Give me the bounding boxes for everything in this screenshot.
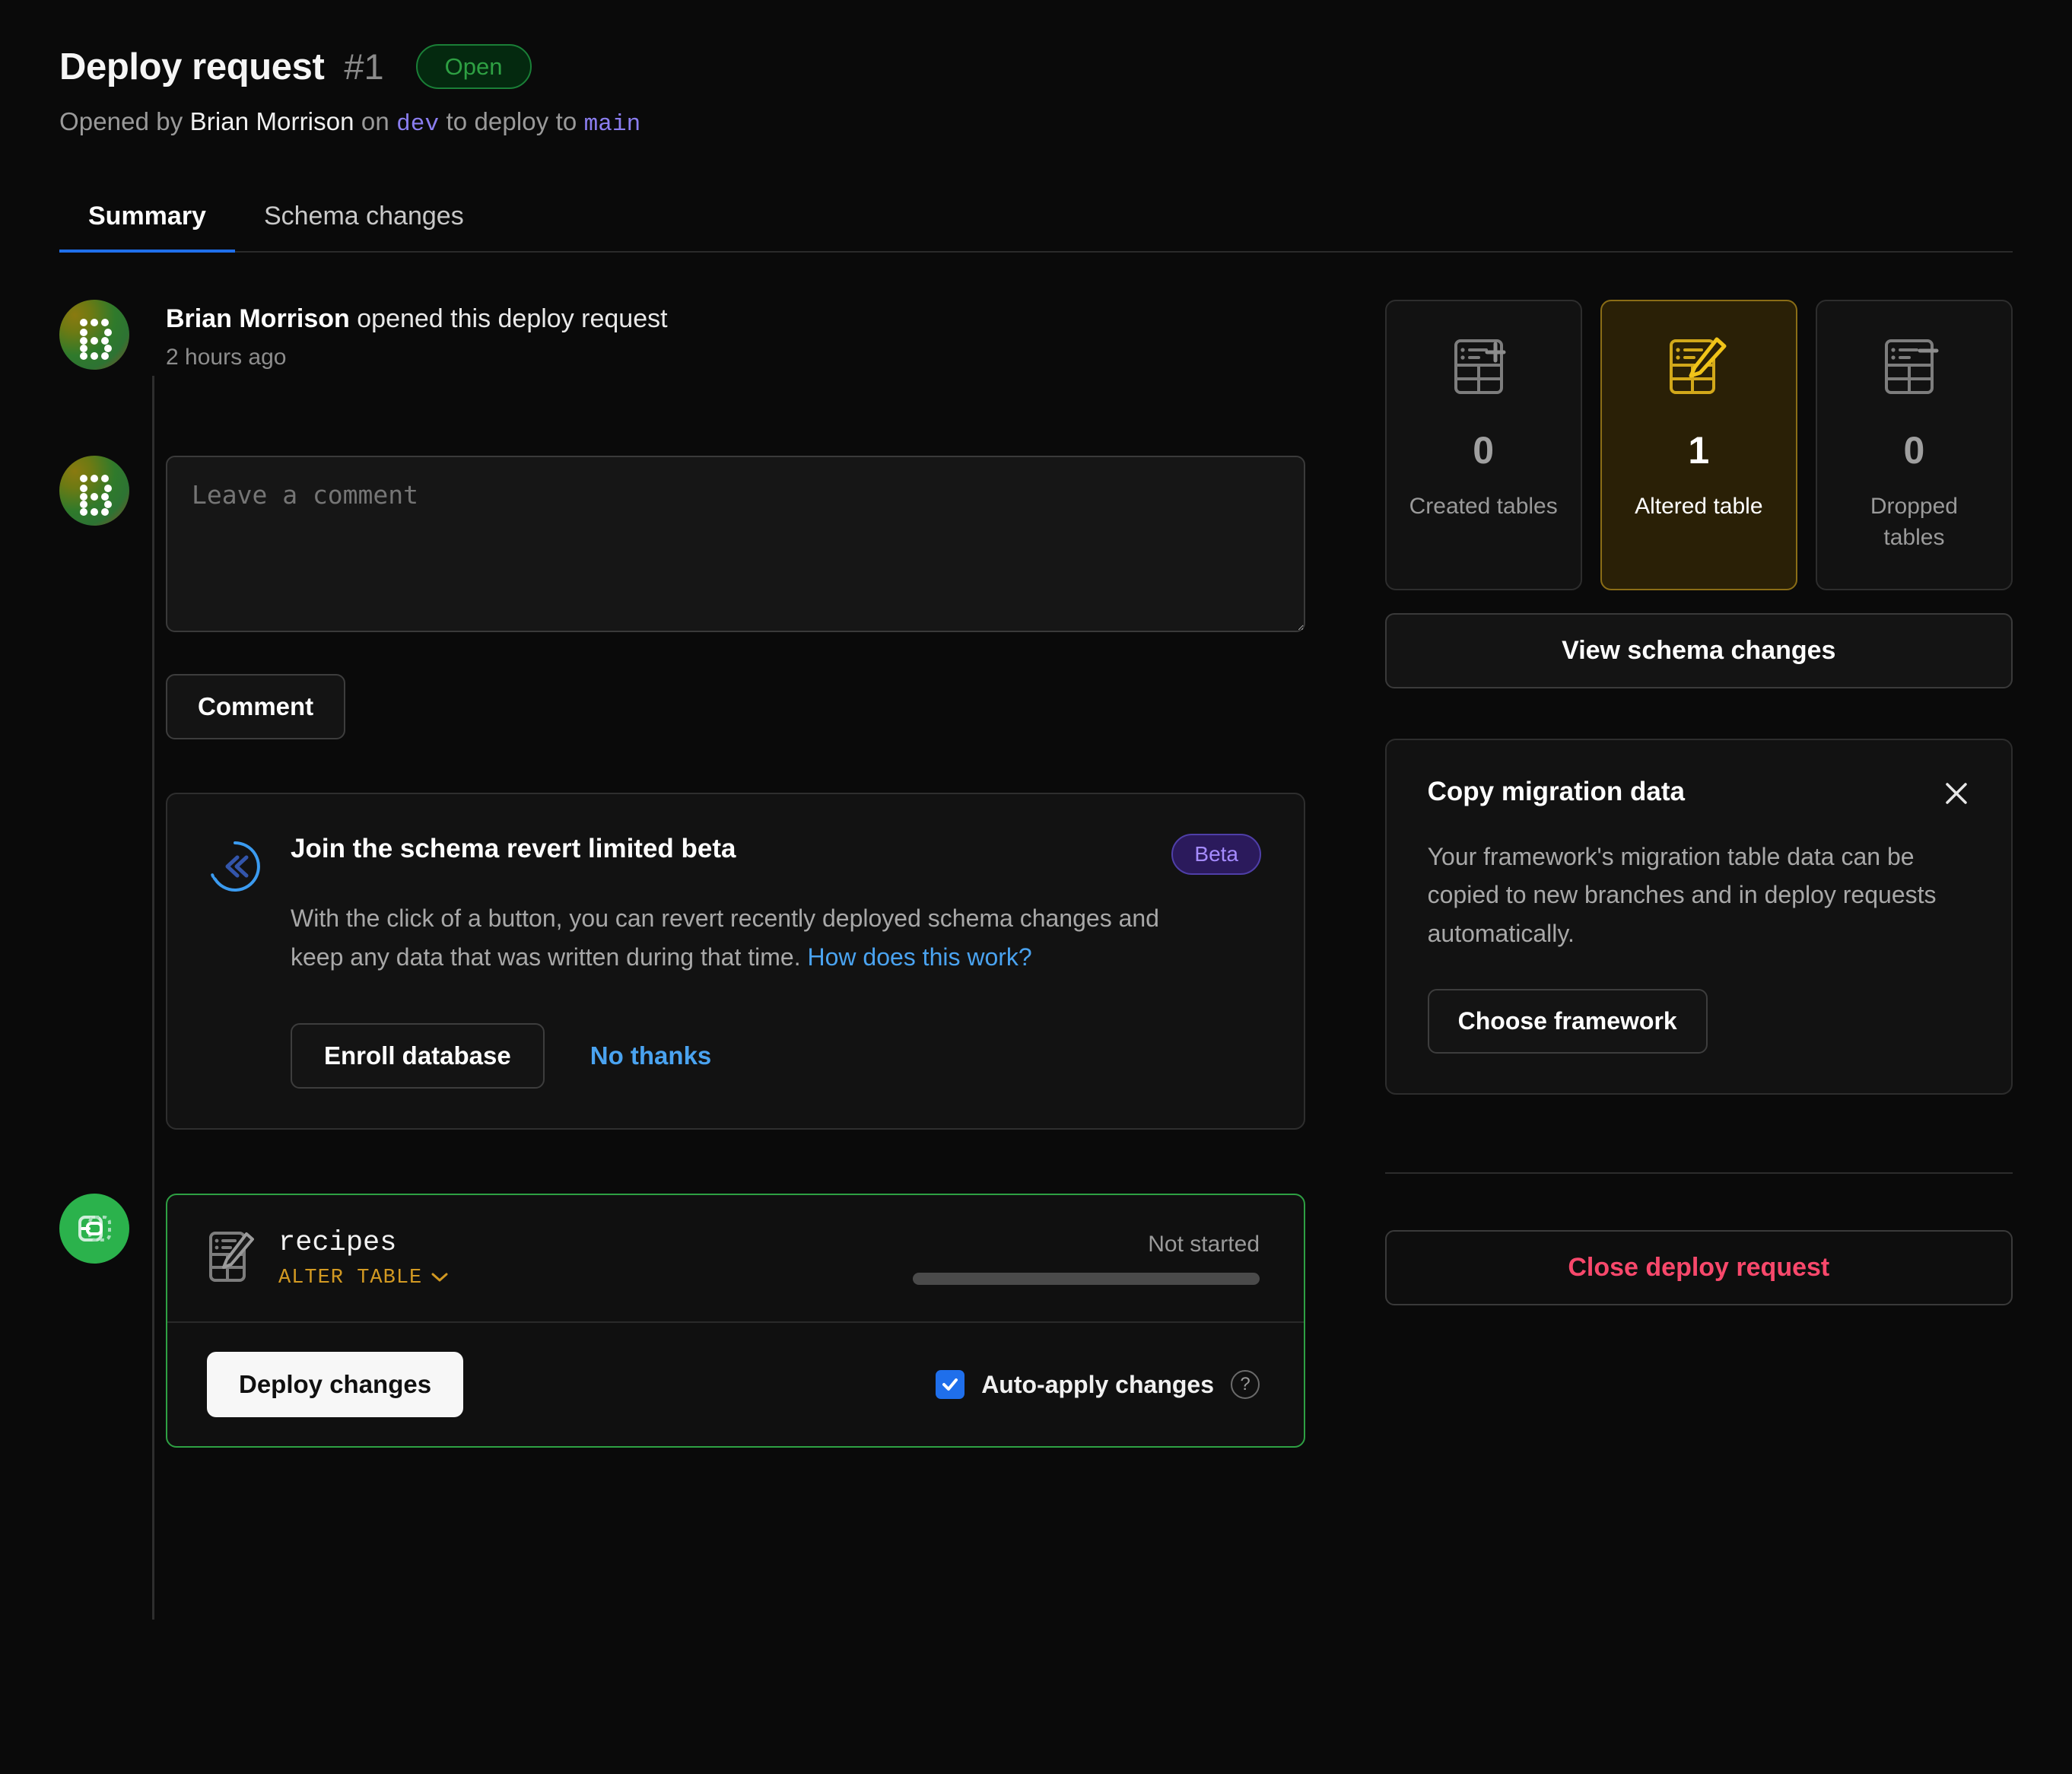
tab-schema-changes[interactable]: Schema changes (235, 202, 493, 251)
page-header: Deploy request #1 Open Opened by Brian M… (59, 44, 2013, 138)
view-schema-changes-button[interactable]: View schema changes (1384, 612, 2013, 688)
auto-apply-label: Auto-apply changes (981, 1370, 1214, 1398)
how-does-this-work-link[interactable]: How does this work? (807, 943, 1031, 971)
beta-card-description: With the click of a button, you can reve… (291, 899, 1211, 976)
opened-by-label: Opened by (59, 107, 183, 135)
table-operation-dropdown[interactable]: ALTER TABLE (278, 1267, 448, 1289)
to-deploy-label: to deploy to (446, 107, 577, 135)
timeline-event: Brian Morrison opened this deploy reques… (59, 300, 1338, 370)
author-name[interactable]: Brian Morrison (190, 107, 354, 135)
avatar (59, 300, 129, 370)
beta-card-top: Join the schema revert limited beta Beta… (207, 834, 1261, 976)
tab-summary[interactable]: Summary (59, 202, 235, 253)
stat-count: 1 (1688, 429, 1710, 472)
avatar (59, 456, 129, 526)
deploy-card-header: recipes ALTER TABLE Not started (167, 1195, 1304, 1324)
stat-dropped-tables[interactable]: 0 Dropped tables (1815, 300, 2013, 590)
table-minus-icon (1880, 335, 1947, 402)
schema-stats-group: 0 Created tables 1 Altered table 0 Dropp… (1384, 300, 2013, 590)
deploy-section: recipes ALTER TABLE Not started Deploy c… (59, 1194, 1338, 1448)
revert-icon (207, 834, 265, 976)
deploy-card-footer: Deploy changes Auto-apply changes ? (167, 1323, 1304, 1446)
comment-input[interactable] (166, 456, 1305, 632)
table-plus-icon (1450, 335, 1517, 402)
beta-card-body: Join the schema revert limited beta Beta… (291, 834, 1261, 976)
stat-count: 0 (1903, 429, 1925, 472)
timeline-event-text: Brian Morrison opened this deploy reques… (166, 300, 668, 370)
comment-form: Comment (166, 456, 1338, 739)
beta-card-header: Join the schema revert limited beta Beta (291, 834, 1261, 875)
sidebar-column: 0 Created tables 1 Altered table 0 Dropp… (1384, 300, 2013, 1448)
deploy-status-text: Not started (1148, 1232, 1260, 1257)
stat-count: 0 (1473, 429, 1495, 472)
timeline-column: Brian Morrison opened this deploy reques… (59, 300, 1338, 1620)
page-title: Deploy request (59, 46, 325, 87)
deploy-status-block: Not started (913, 1232, 1260, 1286)
migration-card-title: Copy migration data (1427, 776, 1685, 806)
auto-apply-checkbox[interactable] (936, 1370, 965, 1400)
table-edit-icon (207, 1229, 256, 1288)
migration-card-header: Copy migration data (1428, 777, 1970, 807)
timeline-timestamp: 2 hours ago (166, 345, 287, 370)
beta-card-actions: Enroll database No thanks (291, 1023, 1261, 1089)
content-area: Brian Morrison opened this deploy reques… (59, 300, 2013, 1620)
deploy-progress-bar (913, 1273, 1260, 1286)
table-edit-icon (1665, 335, 1732, 402)
stat-label: Dropped tables (1870, 494, 1958, 551)
request-number: #1 (344, 46, 384, 87)
chevron-down-icon (431, 1267, 448, 1289)
deploy-changes-card: recipes ALTER TABLE Not started Deploy c… (166, 1194, 1305, 1448)
close-deploy-request-button[interactable]: Close deploy request (1384, 1230, 2013, 1306)
choose-framework-button[interactable]: Choose framework (1427, 989, 1708, 1054)
copy-migration-data-card: Copy migration data Your framework's mig… (1384, 738, 2013, 1095)
timeline-event-title: Brian Morrison opened this deploy reques… (166, 304, 668, 334)
stat-altered-tables[interactable]: 1 Altered table (1600, 300, 1797, 590)
stat-created-tables[interactable]: 0 Created tables (1384, 300, 1582, 590)
deploy-node-icon (59, 1194, 129, 1264)
beta-badge: Beta (1171, 834, 1261, 875)
deploy-table-text: recipes ALTER TABLE (278, 1227, 448, 1289)
deploy-changes-button[interactable]: Deploy changes (207, 1352, 464, 1418)
table-operation-label: ALTER TABLE (278, 1267, 423, 1290)
beta-card-title: Join the schema revert limited beta (291, 834, 736, 863)
table-name: recipes (278, 1227, 397, 1260)
schema-revert-beta-card: Join the schema revert limited beta Beta… (166, 793, 1305, 1130)
sidebar-divider (1384, 1172, 2013, 1175)
status-badge: Open (415, 44, 532, 89)
migration-card-description: Your framework's migration table data ca… (1427, 842, 1937, 947)
timeline-author[interactable]: Brian Morrison (166, 304, 350, 333)
deploy-request-page: Deploy request #1 Open Opened by Brian M… (0, 0, 2072, 1774)
tab-bar: Summary Schema changes (59, 202, 2013, 253)
source-branch-link[interactable]: dev (396, 111, 439, 138)
timeline-action: opened this deploy request (357, 304, 668, 333)
deploy-table-info: recipes ALTER TABLE (207, 1227, 448, 1289)
target-branch-link[interactable]: main (584, 111, 641, 138)
stat-label: Created tables (1409, 494, 1558, 519)
close-icon[interactable] (1943, 777, 1970, 807)
comment-block: Comment (59, 456, 1338, 739)
header-subtitle: Opened by Brian Morrison on dev to deplo… (59, 107, 2013, 138)
comment-submit-button[interactable]: Comment (166, 674, 346, 739)
on-label: on (361, 107, 389, 135)
header-title-row: Deploy request #1 Open (59, 44, 2013, 89)
auto-apply-group: Auto-apply changes ? (936, 1370, 1260, 1400)
help-icon[interactable]: ? (1231, 1370, 1260, 1400)
no-thanks-button[interactable]: No thanks (590, 1041, 712, 1070)
enroll-database-button[interactable]: Enroll database (291, 1023, 545, 1089)
stat-label: Altered table (1635, 494, 1763, 519)
